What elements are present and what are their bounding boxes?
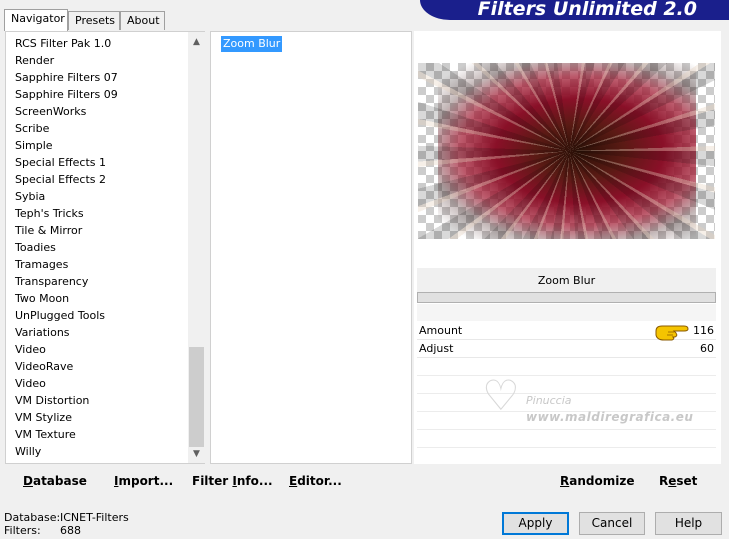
tab-about[interactable]: About: [120, 11, 165, 30]
tab-presets[interactable]: Presets: [68, 11, 120, 30]
progress-bar: [417, 292, 716, 303]
category-item[interactable]: RCS Filter Pak 1.0: [15, 35, 118, 52]
category-item[interactable]: VM Distortion: [15, 392, 118, 409]
separator: [417, 304, 716, 321]
banner-title: Filters Unlimited 2.0: [477, 0, 697, 20]
watermark: ♡ Pinuccia www.maldiregrafica.eu: [476, 370, 696, 430]
category-item[interactable]: ScreenWorks: [15, 103, 118, 120]
category-item[interactable]: Tile & Mirror: [15, 222, 118, 239]
watermark-name: Pinuccia: [526, 394, 572, 407]
status-info: Database:ICNET-Filters Filters: 688: [4, 511, 129, 537]
category-list[interactable]: RCS Filter Pak 1.0 Render Sapphire Filters…: [5, 31, 205, 464]
category-item[interactable]: Willy: [15, 443, 118, 460]
param-adjust-value[interactable]: 60: [700, 342, 714, 355]
category-item[interactable]: Simple: [15, 137, 118, 154]
category-item[interactable]: Special Effects 1: [15, 154, 118, 171]
editor-button[interactable]: Editor...: [289, 474, 342, 488]
category-item[interactable]: Special Effects 2: [15, 171, 118, 188]
tab-navigator[interactable]: Navigator: [4, 9, 68, 31]
heart-icon: ♡: [482, 371, 520, 420]
category-item[interactable]: Toadies: [15, 239, 118, 256]
watermark-url: www.maldiregrafica.eu: [526, 410, 694, 424]
apply-button[interactable]: Apply: [502, 512, 569, 535]
preview-image[interactable]: [418, 63, 715, 239]
navigator-actions: Database Import... Filter Info... Editor…: [5, 466, 412, 493]
param-empty-row: [417, 431, 716, 448]
category-item[interactable]: Render: [15, 52, 118, 69]
database-value: ICNET-Filters: [60, 511, 129, 524]
filter-info-button[interactable]: Filter Info...: [192, 474, 273, 488]
title-banner: Filters Unlimited 2.0: [420, 0, 729, 20]
category-scrollbar[interactable]: ▲ ▼: [188, 32, 205, 463]
category-item[interactable]: VideoRave: [15, 358, 118, 375]
scroll-down-icon[interactable]: ▼: [188, 446, 205, 463]
filter-item-selected[interactable]: Zoom Blur: [221, 36, 283, 52]
category-items: RCS Filter Pak 1.0 Render Sapphire Filters…: [15, 35, 118, 460]
scroll-up-icon[interactable]: ▲: [188, 34, 205, 51]
category-item[interactable]: Two Moon: [15, 290, 118, 307]
reset-button[interactable]: Reset: [659, 474, 697, 488]
category-item[interactable]: VM Texture: [15, 426, 118, 443]
randomize-button[interactable]: Randomize: [560, 474, 634, 488]
filters-label: Filters:: [4, 524, 41, 537]
category-item[interactable]: UnPlugged Tools: [15, 307, 118, 324]
category-item[interactable]: Scribe: [15, 120, 118, 137]
database-button[interactable]: Database: [23, 474, 87, 488]
filter-title: Zoom Blur: [417, 268, 716, 294]
category-item[interactable]: Sapphire Filters 07: [15, 69, 118, 86]
category-item[interactable]: VM Stylize: [15, 409, 118, 426]
category-item[interactable]: Sybia: [15, 188, 118, 205]
param-amount-label: Amount: [419, 324, 463, 337]
category-item[interactable]: Transparency: [15, 273, 118, 290]
category-item[interactable]: Sapphire Filters 09: [15, 86, 118, 103]
category-item[interactable]: Video: [15, 341, 118, 358]
filter-list[interactable]: Zoom Blur: [210, 31, 412, 464]
filters-count: 688: [60, 524, 81, 537]
category-item[interactable]: Video: [15, 375, 118, 392]
filter-actions: Randomize Reset: [417, 466, 721, 493]
database-label: Database:: [4, 511, 61, 524]
help-button[interactable]: Help: [655, 512, 722, 535]
cancel-button[interactable]: Cancel: [579, 512, 645, 535]
param-adjust-label: Adjust: [419, 342, 454, 355]
preview-rays: [418, 63, 715, 239]
category-item[interactable]: Variations: [15, 324, 118, 341]
pointing-hand-icon: [655, 325, 689, 341]
category-item[interactable]: Teph's Tricks: [15, 205, 118, 222]
import-button[interactable]: Import...: [114, 474, 173, 488]
param-amount-value[interactable]: 116: [693, 324, 714, 337]
scrollbar-thumb[interactable]: [189, 347, 204, 447]
category-item[interactable]: Tramages: [15, 256, 118, 273]
